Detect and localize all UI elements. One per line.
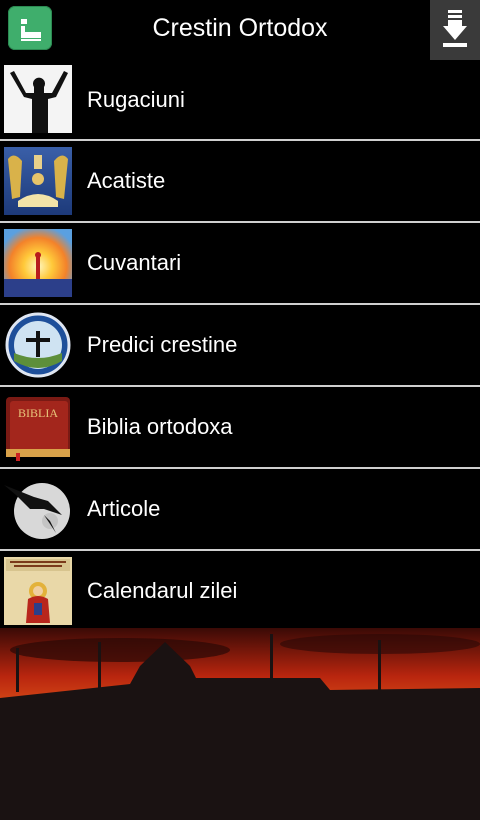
menu-item-label: Calendarul zilei bbox=[87, 578, 238, 603]
menu-item-cuvantari[interactable]: Cuvantari bbox=[0, 223, 480, 305]
cross-globe-icon bbox=[4, 311, 72, 379]
download-button[interactable] bbox=[430, 0, 480, 60]
menu-item-label: Cuvantari bbox=[87, 250, 182, 275]
sunset-church-banner bbox=[0, 628, 480, 820]
menu-item-acatiste[interactable]: Acatiste bbox=[0, 141, 480, 223]
menu-item-calendarul-zilei[interactable]: Calendarul zilei bbox=[0, 551, 480, 633]
bible-title-text: BIBLIA bbox=[18, 406, 58, 420]
angels-icon bbox=[4, 147, 72, 215]
menu-item-predici-crestine[interactable]: Predici crestine bbox=[0, 305, 480, 387]
sunrise-icon bbox=[4, 229, 72, 297]
menu-item-label: Predici crestine bbox=[87, 332, 238, 357]
menu-item-rugaciuni[interactable]: Rugaciuni bbox=[0, 60, 480, 141]
menu-item-label: Acatiste bbox=[87, 168, 166, 193]
menu-item-articole[interactable]: Articole bbox=[0, 469, 480, 551]
download-icon bbox=[443, 10, 467, 47]
bible-icon: BIBLIA bbox=[4, 393, 72, 461]
icon-calendar-icon bbox=[4, 557, 72, 625]
menu-item-biblia-ortodoxa[interactable]: BIBLIA Biblia ortodoxa bbox=[0, 387, 480, 469]
menu-item-label: Rugaciuni bbox=[87, 86, 185, 112]
top-bar: Crestin Ortodox bbox=[0, 0, 480, 60]
moon-raven-icon bbox=[4, 475, 72, 543]
praying-person-icon bbox=[4, 65, 72, 133]
menu-list: Rugaciuni Acatiste Cuvantari Predici cre… bbox=[0, 60, 480, 633]
menu-item-label: Articole bbox=[87, 496, 161, 521]
menu-item-label: Biblia ortodoxa bbox=[87, 414, 233, 439]
app-title: Crestin Ortodox bbox=[152, 14, 328, 42]
